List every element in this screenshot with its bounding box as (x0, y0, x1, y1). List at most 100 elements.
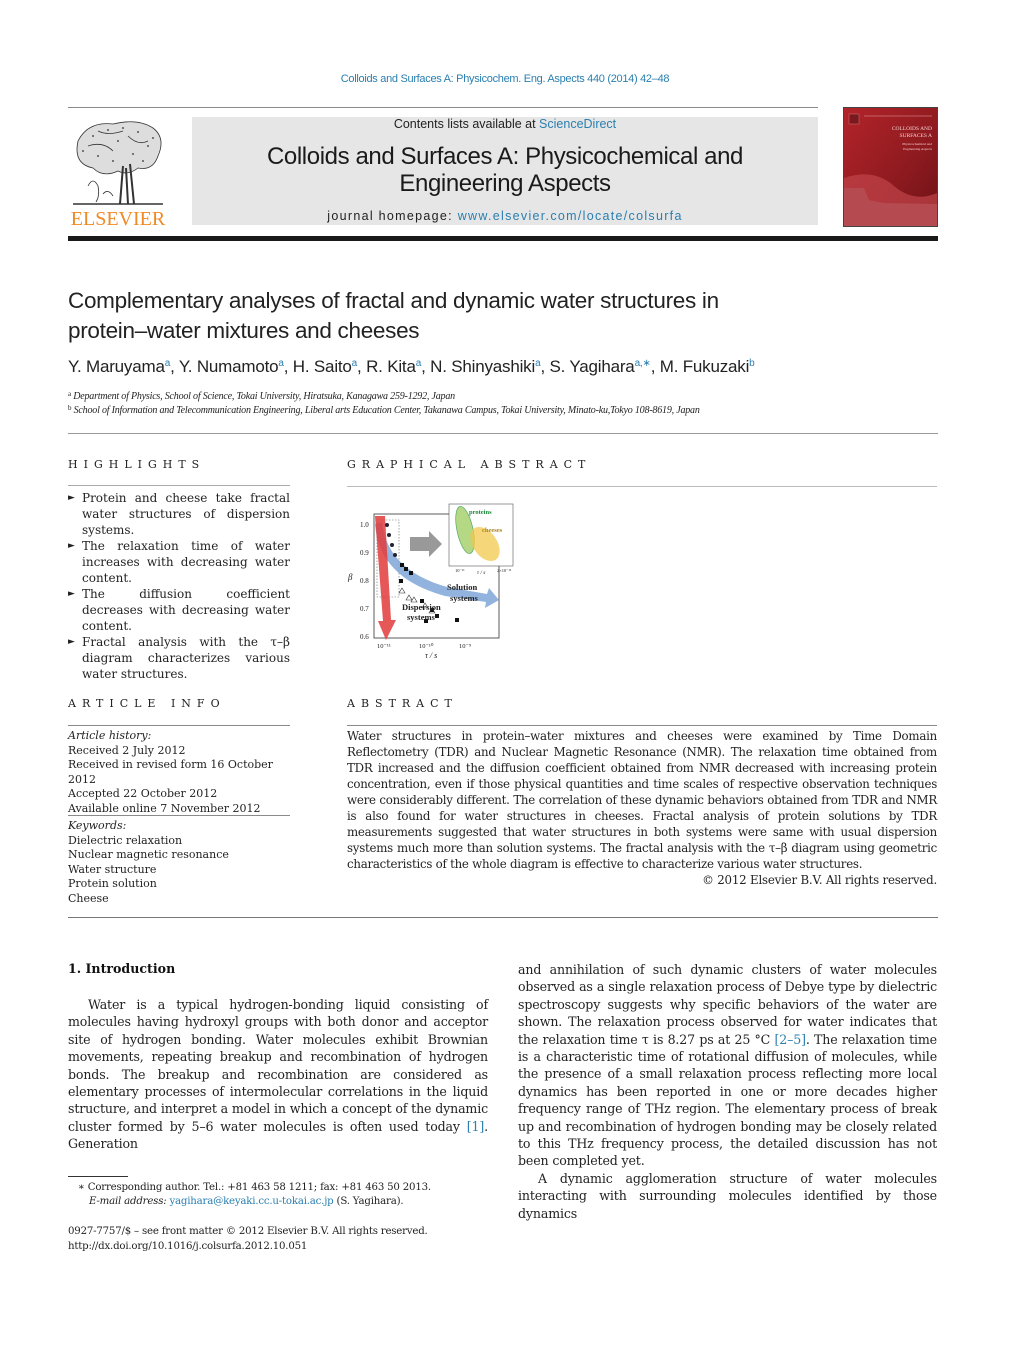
triangle-bullet-icon: ► (68, 589, 75, 599)
triangle-bullet-icon: ► (68, 541, 75, 551)
y-tick: 0.8 (360, 577, 369, 585)
citation-link[interactable]: [1] (467, 1119, 485, 1134)
journal-title-line2: Engineering Aspects (399, 170, 611, 197)
keywords: Keywords: Dielectric relaxation Nuclear … (68, 819, 290, 906)
paragraph-text: . The relaxation time is a characteristi… (518, 1031, 937, 1169)
doi-link[interactable]: http://dx.doi.org/10.1016/j.colsurfa.201… (68, 1240, 498, 1255)
keyword: Nuclear magnetic resonance (68, 848, 229, 861)
highlight-text: The relaxation time of water increases w… (82, 539, 290, 585)
article-title-line1: Complementary analyses of fractal and dy… (68, 288, 719, 313)
article-info-heading: ARTICLE INFO (68, 697, 226, 710)
front-matter-divider (68, 917, 938, 918)
header-divider (68, 107, 818, 108)
affiliation-text: Department of Physics, School of Science… (73, 391, 455, 402)
inset-proteins-label: proteins (469, 509, 492, 516)
author[interactable]: M. Fukuzaki (660, 357, 750, 376)
journal-reference[interactable]: Colloids and Surfaces A: Physicochem. En… (0, 73, 1010, 85)
highlight-text: Protein and cheese take fractal water st… (82, 491, 290, 537)
highlights-heading: HIGHLIGHTS (68, 458, 206, 471)
sciencedirect-link[interactable]: ScienceDirect (539, 117, 616, 131)
affiliation-text: School of Information and Telecommunicat… (73, 405, 700, 416)
history-revised: Received in revised form 16 October 2012 (68, 758, 273, 786)
dispersion-label: Dispersion (402, 602, 441, 612)
keyword: Water structure (68, 862, 157, 876)
author-list: Y. Maruyamaa, Y. Numamotoa, H. Saitoa, R… (68, 357, 755, 376)
y-tick: 0.7 (360, 605, 369, 613)
article-title-line2: protein–water mixtures and cheeses (68, 318, 420, 343)
abstract-text: Water structures in protein–water mixtur… (347, 729, 937, 871)
citation-link[interactable]: [2–5] (774, 1032, 806, 1047)
inset-x-tick: 2×10⁻¹¹ (497, 568, 512, 573)
author[interactable]: N. Shinyashiki (430, 357, 535, 376)
highlight-text: The diffusion coefficient decreases with… (82, 587, 290, 633)
affiliation-b: b School of Information and Telecommunic… (68, 404, 948, 416)
email-link[interactable]: yagihara@keyaki.cc.u-tokai.ac.jp (170, 1196, 334, 1207)
issn-line: 0927-7757/$ – see front matter © 2012 El… (68, 1226, 428, 1237)
inset-x-tick: 10⁻¹¹ (455, 568, 465, 573)
abstract-divider (347, 725, 937, 726)
x-tick: 10⁻¹⁰ (419, 642, 434, 650)
homepage-link[interactable]: www.elsevier.com/locate/colsurfa (458, 209, 683, 223)
affiliation-divider (68, 433, 938, 434)
y-axis-label: β (347, 572, 353, 582)
keyword: Protein solution (68, 877, 157, 890)
footnote-rule (68, 1176, 128, 1177)
svg-text:SURFACES A: SURFACES A (900, 133, 932, 139)
svg-text:Engineering Aspects: Engineering Aspects (903, 147, 933, 151)
history-received: Received 2 July 2012 (68, 743, 186, 757)
solution-label-line1: Solution (447, 582, 478, 592)
introduction-col2-paragraph2: A dynamic agglomeration structure of wat… (518, 1171, 937, 1221)
triangle-bullet-icon: ► (68, 637, 75, 647)
header-thick-rule (68, 236, 938, 241)
svg-text:Physicochemical and: Physicochemical and (902, 142, 932, 146)
history-online: Available online 7 November 2012 (68, 801, 261, 815)
email-label: E-mail address: (89, 1196, 170, 1207)
affiliation-mark[interactable]: a (535, 358, 541, 369)
author[interactable]: H. Saito (293, 357, 352, 376)
contents-line: Contents lists available at ScienceDirec… (192, 117, 818, 131)
corresponding-author-footnote: ∗ Corresponding author. Tel.: +81 463 58… (78, 1182, 431, 1193)
history-label: Article history: (68, 729, 152, 742)
y-tick: 1.0 (360, 521, 369, 529)
affiliation-mark[interactable]: b (749, 358, 755, 369)
article-title: Complementary analyses of fractal and dy… (68, 286, 888, 346)
x-tick: 10⁻⁹ (459, 643, 472, 650)
x-axis-label: τ / s (425, 651, 437, 660)
x-tick: 10⁻¹¹ (377, 643, 391, 650)
highlight-text: Fractal analysis with the τ–β diagram ch… (82, 635, 290, 681)
author[interactable]: Y. Numamoto (179, 357, 279, 376)
elsevier-wordmark: ELSEVIER (70, 208, 166, 230)
author[interactable]: S. Yagihara (549, 357, 634, 376)
introduction-heading: 1. Introduction (68, 961, 176, 976)
journal-cover-thumbnail[interactable]: COLLOIDS AND SURFACES A Physicochemical … (843, 107, 938, 227)
article-history: Article history: Received 2 July 2012 Re… (68, 729, 290, 816)
keywords-divider (68, 815, 290, 816)
author[interactable]: Y. Maruyama (68, 357, 165, 376)
dispersion-label-line2: systems (407, 612, 436, 622)
journal-homepage: journal homepage: www.elsevier.com/locat… (192, 209, 818, 223)
abstract-heading: ABSTRACT (347, 697, 458, 710)
zoom-arrow (410, 531, 442, 557)
journal-title[interactable]: Colloids and Surfaces A: Physicochemical… (192, 143, 818, 197)
abstract-copyright: © 2012 Elsevier B.V. All rights reserved… (702, 873, 937, 887)
email-footnote: E-mail address: yagihara@keyaki.cc.u-tok… (89, 1195, 519, 1210)
dispersion-label-line1: Dispersion (402, 602, 441, 612)
affiliation-mark[interactable]: a (165, 358, 171, 369)
affiliation-a: a Department of Physics, School of Scien… (68, 390, 948, 402)
keyword: Dielectric relaxation (68, 833, 183, 847)
journal-title-line1: Colloids and Surfaces A: Physicochemical… (267, 143, 743, 170)
affiliation-mark[interactable]: a (278, 358, 284, 369)
inset-x-label: τ / s (477, 570, 485, 576)
inset-cheeses-label: cheeses (482, 527, 503, 534)
affiliation-mark[interactable]: a,∗ (635, 358, 651, 369)
article-info-divider (68, 725, 290, 726)
keywords-label: Keywords: (68, 819, 127, 832)
dispersion-systems-arrow (375, 516, 396, 640)
graphical-abstract-heading: GRAPHICAL ABSTRACT (347, 458, 592, 471)
highlight-item: ► Fractal analysis with the τ–β diagram c… (68, 634, 290, 682)
graphical-abstract-figure[interactable]: Dispersion systems Solution systems 1.0 … (347, 500, 517, 660)
author[interactable]: R. Kita (366, 357, 416, 376)
svg-text:COLLOIDS AND: COLLOIDS AND (892, 126, 932, 132)
affiliation-mark[interactable]: a (352, 358, 358, 369)
affiliation-mark[interactable]: a (416, 358, 422, 369)
